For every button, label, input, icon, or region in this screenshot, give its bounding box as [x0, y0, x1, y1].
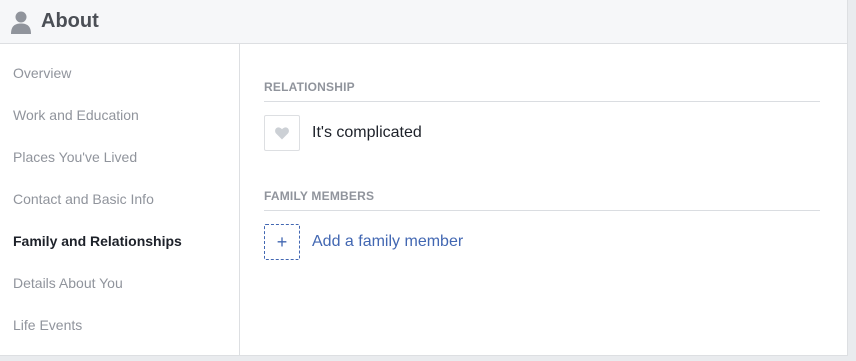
family-members-section-title: FAMILY MEMBERS [264, 189, 820, 211]
sidebar-item-work-and-education[interactable]: Work and Education [0, 105, 239, 147]
relationship-section-title: RELATIONSHIP [264, 80, 820, 102]
about-card: About Overview Work and Education Places… [0, 0, 848, 356]
sidebar-item-life-events[interactable]: Life Events [0, 315, 239, 357]
heart-icon [264, 115, 300, 151]
sidebar-item-contact-basic-info[interactable]: Contact and Basic Info [0, 189, 239, 231]
relationship-row: It's complicated [264, 115, 820, 151]
main-content: RELATIONSHIP It's complicated FAMILY MEM… [240, 44, 847, 355]
relationship-status: It's complicated [312, 124, 422, 141]
family-members-section: FAMILY MEMBERS + Add a family member [264, 189, 820, 260]
person-icon [10, 10, 32, 34]
sidebar-item-details-about-you[interactable]: Details About You [0, 273, 239, 315]
about-sidebar: Overview Work and Education Places You'v… [0, 44, 240, 355]
sidebar-item-places-lived[interactable]: Places You've Lived [0, 147, 239, 189]
plus-icon[interactable]: + [264, 224, 300, 260]
relationship-section: RELATIONSHIP It's complicated [264, 80, 820, 151]
add-family-member-link[interactable]: Add a family member [312, 233, 463, 251]
add-family-member-row: + Add a family member [264, 224, 820, 260]
sidebar-item-family-relationships[interactable]: Family and Relationships [0, 231, 239, 273]
sidebar-item-overview[interactable]: Overview [0, 63, 239, 105]
page-title: About [41, 10, 99, 32]
about-header: About [0, 0, 847, 44]
